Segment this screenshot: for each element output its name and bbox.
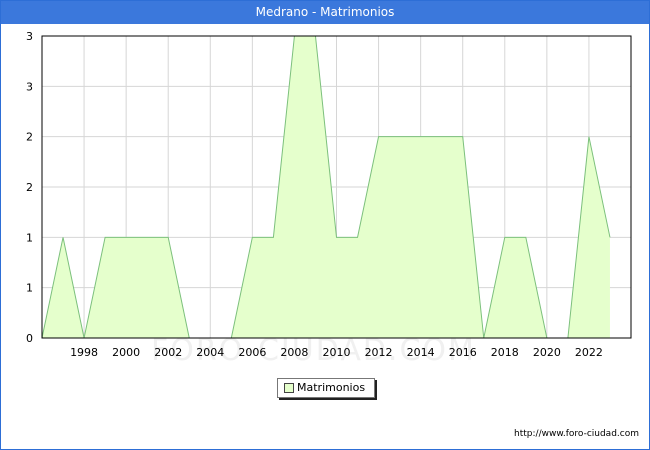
x-tick-label: 1998 [70, 346, 98, 359]
y-tick-label: 1 [26, 231, 33, 244]
y-axis: 0 1 1 2 2 3 3 [26, 30, 33, 345]
y-tick-label: 3 [26, 80, 33, 93]
y-tick-label: 2 [26, 181, 33, 194]
source-url: http://www.foro-ciudad.com [514, 429, 639, 439]
x-tick-label: 2006 [238, 346, 266, 359]
x-tick-label: 2008 [280, 346, 308, 359]
x-tick-label: 2018 [491, 346, 519, 359]
legend-swatch [284, 383, 294, 393]
legend: Matrimonios [277, 378, 375, 398]
x-tick-label: 2002 [154, 346, 182, 359]
x-tick-label: 2022 [575, 346, 603, 359]
chart-window: Medrano - Matrimonios FORO-CIUDAD.COM 01… [0, 0, 650, 450]
x-tick-label: 2012 [365, 346, 393, 359]
x-tick-label: 2014 [407, 346, 435, 359]
y-tick-label: 3 [26, 30, 33, 43]
y-tick-label: 1 [26, 282, 33, 295]
x-axis: 1998 2000 2002 2004 2006 2008 2010 2012 2014 2016… [70, 346, 603, 359]
legend-label: Matrimonios [297, 381, 366, 394]
x-tick-label: 2010 [323, 346, 351, 359]
x-tick-label: 2016 [449, 346, 477, 359]
x-tick-label: 2000 [112, 346, 140, 359]
x-tick-label: 2004 [196, 346, 224, 359]
y-tick-label: 0 [26, 332, 33, 345]
x-tick-label: 2020 [533, 346, 561, 359]
y-tick-label: 2 [26, 131, 33, 144]
